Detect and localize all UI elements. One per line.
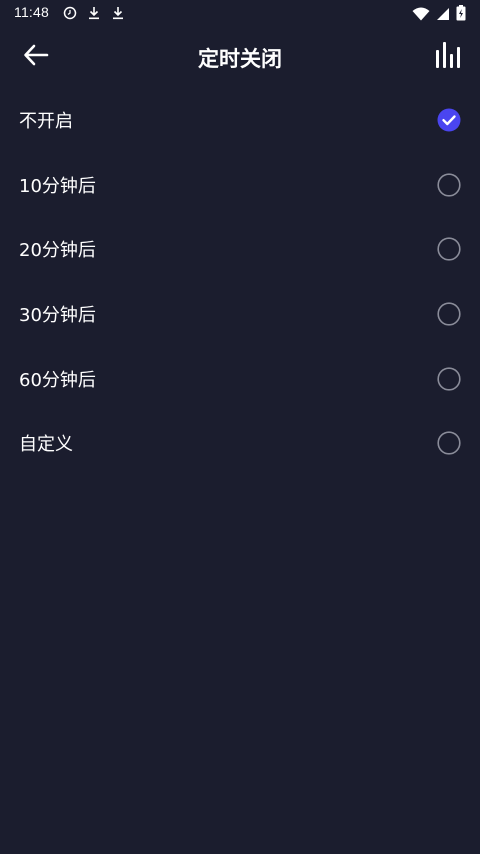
battery-icon xyxy=(456,5,466,25)
download-icon xyxy=(111,5,125,24)
option-label: 自定义 xyxy=(19,434,73,456)
radio-unchecked-icon[interactable] xyxy=(437,173,461,197)
download-icon xyxy=(87,5,101,24)
signal-icon xyxy=(436,6,450,25)
radio-unchecked-icon[interactable] xyxy=(437,237,461,262)
option-10-min[interactable]: 10分钟后 xyxy=(0,153,480,218)
equalizer-button[interactable] xyxy=(432,40,466,74)
radio-unchecked-icon[interactable] xyxy=(437,302,461,326)
wifi-icon xyxy=(412,6,430,25)
radio-checked-icon[interactable] xyxy=(437,108,461,132)
clock-icon xyxy=(63,5,77,24)
status-bar: 11:48 xyxy=(0,0,480,26)
option-custom[interactable]: 自定义 xyxy=(0,411,480,476)
option-30-min[interactable]: 30分钟后 xyxy=(0,282,480,347)
option-60-min[interactable]: 60分钟后 xyxy=(0,346,480,411)
option-label: 10分钟后 xyxy=(19,175,96,197)
option-label: 20分钟后 xyxy=(19,240,96,262)
status-time: 11:48 xyxy=(14,4,49,20)
page-title: 定时关闭 xyxy=(198,47,282,71)
option-label: 30分钟后 xyxy=(19,305,96,327)
option-label: 不开启 xyxy=(19,111,73,133)
radio-unchecked-icon[interactable] xyxy=(437,431,461,455)
top-app-bar: 定时关闭 xyxy=(0,26,480,88)
equalizer-icon xyxy=(434,42,464,72)
status-notification-icons xyxy=(63,5,125,24)
option-off[interactable]: 不开启 xyxy=(0,88,480,153)
option-label: 60分钟后 xyxy=(19,369,96,391)
option-20-min[interactable]: 20分钟后 xyxy=(0,217,480,282)
timer-option-list: 不开启 10分钟后 20分钟后 30分钟后 60分钟后 自定义 xyxy=(0,88,480,476)
radio-unchecked-icon[interactable] xyxy=(437,367,461,391)
status-system-icons xyxy=(412,5,466,25)
